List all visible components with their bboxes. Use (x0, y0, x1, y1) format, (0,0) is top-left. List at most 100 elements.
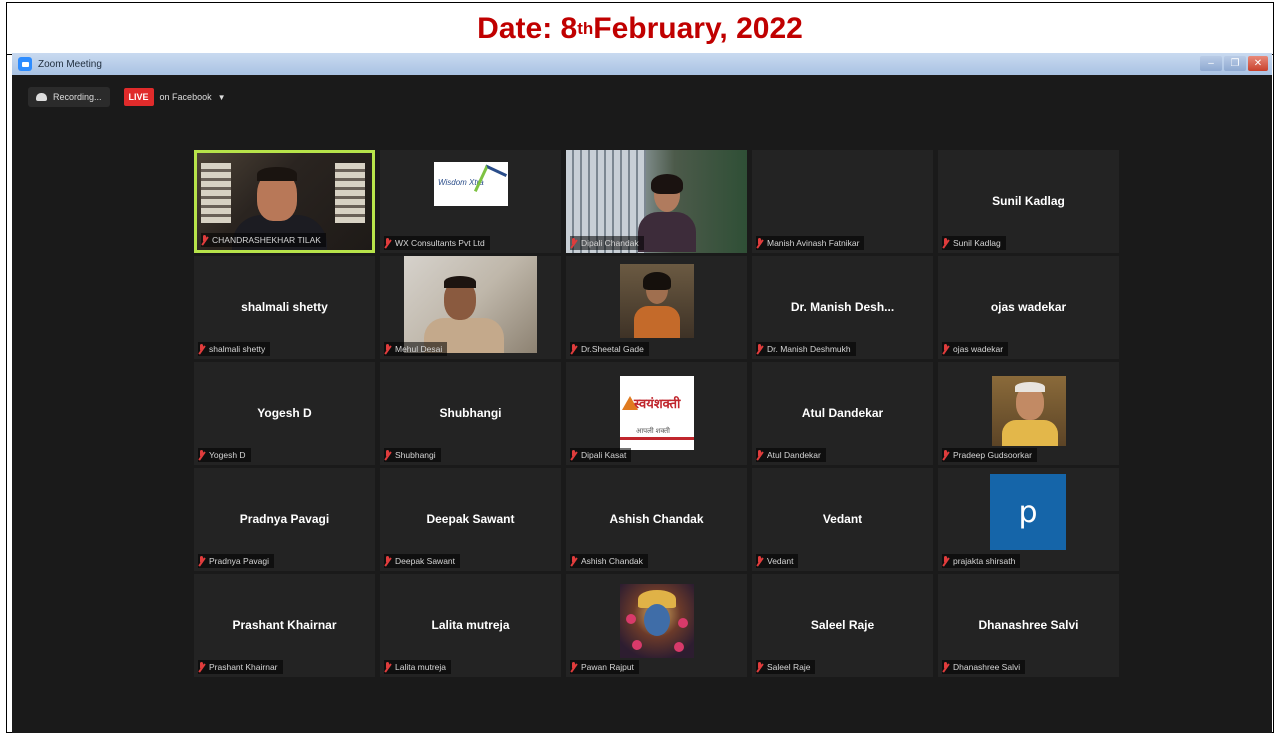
window-title: Zoom Meeting (38, 58, 102, 70)
participant-tile[interactable]: Manish Avinash Fatnikar (752, 150, 933, 253)
participant-display-name: Sunil Kadlag (992, 194, 1065, 208)
participant-tile[interactable]: Ashish Chandak Ashish Chandak (566, 468, 747, 571)
participant-name-label: Dhanashree Salvi (942, 660, 1026, 674)
participant-tile[interactable]: Atul Dandekar Atul Dandekar (752, 362, 933, 465)
muted-mic-icon (384, 449, 391, 461)
participant-tile[interactable]: Deepak Sawant Deepak Sawant (380, 468, 561, 571)
participant-name: shalmali shetty (209, 344, 266, 354)
participant-tile[interactable]: Dhanashree Salvi Dhanashree Salvi (938, 574, 1119, 677)
participant-tile[interactable]: Dr.Sheetal Gade (566, 256, 747, 359)
live-stream-button[interactable]: LIVE on Facebook ▼ (123, 88, 226, 106)
recording-label: Recording... (53, 92, 102, 102)
participant-display-name: Saleel Raje (810, 618, 875, 632)
muted-mic-icon (570, 237, 577, 249)
muted-mic-icon (942, 449, 949, 461)
participant-tile-active-speaker[interactable]: CHANDRASHEKHAR TILAK (194, 150, 375, 253)
muted-mic-icon (570, 449, 577, 461)
participant-name: Vedant (767, 556, 794, 566)
chevron-down-icon[interactable]: ▼ (218, 93, 226, 102)
participant-video (404, 256, 537, 353)
participant-tile[interactable]: Sunil Kadlag Sunil Kadlag (938, 150, 1119, 253)
participant-name: Manish Avinash Fatnikar (767, 238, 860, 248)
meeting-toolbar: Recording... LIVE on Facebook ▼ (12, 75, 1272, 119)
participant-name-label: Pradeep Gudsoorkar (942, 448, 1037, 462)
participant-name: Pawan Rajput (581, 662, 634, 672)
participant-display-name: Prashant Khairnar (232, 618, 337, 632)
participant-name-label: WX Consultants Pvt Ltd (384, 236, 490, 250)
participant-tile[interactable]: Pradnya Pavagi Pradnya Pavagi (194, 468, 375, 571)
participant-tile[interactable]: स्वयंशक्ती आपली शक्ती Dipali Kasat (566, 362, 747, 465)
participant-tile[interactable]: Dipali Chandak (566, 150, 747, 253)
participant-name-label: Vedant (756, 554, 799, 568)
organization-logo-text: स्वयंशक्ती (634, 396, 681, 411)
participant-display-name: ojas wadekar (990, 300, 1067, 314)
participant-name-label: Pawan Rajput (570, 660, 639, 674)
muted-mic-icon (756, 449, 763, 461)
close-button[interactable]: ✕ (1248, 56, 1268, 71)
participant-tile[interactable]: Mehul Desai (380, 256, 561, 359)
muted-mic-icon (198, 343, 205, 355)
participant-display-name: Vedant (822, 512, 863, 526)
muted-mic-icon (570, 661, 577, 673)
participant-name-label: prajakta shirsath (942, 554, 1021, 568)
participant-name-label: Dipali Kasat (570, 448, 632, 462)
participant-display-name: Deepak Sawant (426, 512, 515, 526)
muted-mic-icon (570, 555, 577, 567)
participant-tile[interactable]: Wisdom Xtra WX Consultants Pvt Ltd (380, 150, 561, 253)
date-suffix: February, 2022 (593, 11, 803, 45)
muted-mic-icon (942, 343, 949, 355)
avatar-letter: p (1018, 494, 1038, 530)
participant-tile[interactable]: Pawan Rajput (566, 574, 747, 677)
participant-name-label: Atul Dandekar (756, 448, 826, 462)
participant-tile[interactable]: Vedant Vedant (752, 468, 933, 571)
participant-name: WX Consultants Pvt Ltd (395, 238, 485, 248)
participant-display-name: Dr. Manish Desh... (790, 300, 895, 314)
participant-name: Dipali Chandak (581, 238, 639, 248)
muted-mic-icon (942, 555, 949, 567)
participant-name: prajakta shirsath (953, 556, 1016, 566)
participant-display-name: Yogesh D (257, 406, 312, 420)
maximize-button[interactable]: ❐ (1224, 56, 1246, 71)
participant-name-label: Lalita mutreja (384, 660, 452, 674)
participant-display-name: Pradnya Pavagi (239, 512, 330, 526)
participant-name: Dhanashree Salvi (953, 662, 1021, 672)
participant-tile[interactable]: Yogesh D Yogesh D (194, 362, 375, 465)
window-titlebar[interactable]: Zoom Meeting – ❐ ✕ (12, 53, 1272, 75)
participant-name: Pradeep Gudsoorkar (953, 450, 1032, 460)
participant-name-label: Dipali Chandak (570, 236, 644, 250)
participant-display-name: shalmali shetty (241, 300, 328, 314)
participant-tile[interactable]: Pradeep Gudsoorkar (938, 362, 1119, 465)
muted-mic-icon (384, 343, 391, 355)
muted-mic-icon (384, 237, 391, 249)
muted-mic-icon (570, 343, 577, 355)
participant-name-label: Yogesh D (198, 448, 251, 462)
recording-button[interactable]: Recording... (28, 87, 110, 107)
muted-mic-icon (756, 555, 763, 567)
participant-tile[interactable]: Prashant Khairnar Prashant Khairnar (194, 574, 375, 677)
date-prefix: Date: 8 (477, 11, 578, 45)
live-destination-label: on Facebook (159, 92, 212, 102)
minimize-button[interactable]: – (1200, 56, 1222, 71)
participant-tile[interactable]: p prajakta shirsath (938, 468, 1119, 571)
participant-tile[interactable]: Dr. Manish Desh... Dr. Manish Deshmukh (752, 256, 933, 359)
participant-tile[interactable]: shalmali shetty shalmali shetty (194, 256, 375, 359)
participant-name: CHANDRASHEKHAR TILAK (212, 235, 321, 245)
participant-tile[interactable]: ojas wadekar ojas wadekar (938, 256, 1119, 359)
participant-name: Ashish Chandak (581, 556, 643, 566)
participant-name-label: Prashant Khairnar (198, 660, 283, 674)
participant-name: Lalita mutreja (395, 662, 447, 672)
window-controls: – ❐ ✕ (1200, 56, 1268, 71)
participant-tile[interactable]: Saleel Raje Saleel Raje (752, 574, 933, 677)
date-superscript: th (577, 18, 594, 38)
participant-gallery: CHANDRASHEKHAR TILAK Wisdom Xtra WX Consul… (194, 150, 1119, 677)
participant-name-label: Ashish Chandak (570, 554, 648, 568)
participant-tile[interactable]: Shubhangi Shubhangi (380, 362, 561, 465)
company-logo: Wisdom Xtra (434, 162, 508, 206)
participant-name-label: Sunil Kadlag (942, 236, 1006, 250)
participant-name-label: Saleel Raje (756, 660, 816, 674)
participant-name-label: Deepak Sawant (384, 554, 461, 568)
organization-logo-subtext: आपली शक्ती (636, 428, 670, 435)
participant-display-name: Lalita mutreja (431, 618, 510, 632)
participant-photo (992, 376, 1066, 446)
participant-tile[interactable]: Lalita mutreja Lalita mutreja (380, 574, 561, 677)
